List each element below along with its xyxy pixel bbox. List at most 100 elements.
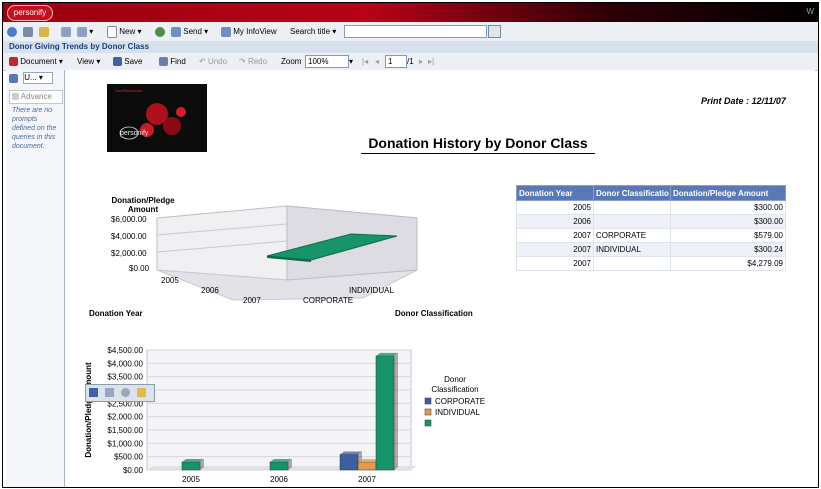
next-page-icon[interactable]: ▸ (419, 55, 423, 68)
chart-mini-toolbar (85, 384, 155, 402)
area-chart-zlabel: Donor Classification (395, 309, 473, 318)
search-title-dropdown[interactable]: Search title ▾ (290, 25, 336, 38)
cell-year: 2006 (516, 214, 594, 229)
layout-icon[interactable] (61, 25, 71, 38)
plot-area (146, 349, 412, 471)
y-tick-label: $2,000.00 (107, 413, 143, 422)
table-row: 2007 $4,279.09 (516, 256, 786, 271)
zoom-input[interactable]: 100% (305, 55, 349, 68)
favorites-icon[interactable] (23, 25, 33, 38)
bar-chart-ylabel: Donation/Pledge Amount (84, 362, 93, 458)
personify-logo: personify (7, 5, 53, 21)
cell-class (593, 214, 671, 229)
view-dropdown-icon[interactable]: ▾ (77, 25, 93, 38)
undo-button[interactable]: ↶ Undo (199, 55, 227, 68)
advanced-icon (12, 93, 19, 101)
bar-2007-INDIVIDUAL (357, 461, 377, 471)
main-toolbar: ▾ New ▾ Send ▾ My InfoView Search title … (3, 22, 818, 42)
cell-class (593, 200, 671, 215)
new-button[interactable]: New ▾ (107, 25, 142, 38)
y-tick-label: $4,000.00 (107, 359, 143, 368)
cell-amount: $300.00 (670, 214, 786, 229)
folder-icon[interactable] (137, 388, 146, 397)
refresh-icon[interactable] (155, 25, 165, 38)
find-button[interactable]: Find (159, 55, 186, 68)
table-row: 2005 $300.00 (516, 200, 786, 215)
document-menu[interactable]: Document ▾ (9, 55, 63, 68)
home-icon[interactable] (7, 25, 17, 38)
panel-icon[interactable] (9, 73, 18, 83)
cell-amount: $4,279.09 (670, 256, 786, 271)
area-ytick: $6,000.00 (111, 215, 147, 224)
send-button[interactable]: Send ▾ (171, 25, 208, 38)
page-total: /1 (407, 57, 414, 66)
search-go-button[interactable] (488, 25, 501, 38)
prompts-note: There are no prompts defined on the quer… (12, 107, 57, 150)
folder-icon[interactable] (39, 25, 49, 38)
last-page-icon[interactable]: ▸| (428, 55, 434, 68)
donation-table: Donation Year Donor Classificatio Donati… (516, 185, 786, 271)
y-tick-label: $1,500.00 (107, 426, 143, 435)
area-ytick: $2,000.00 (111, 249, 147, 258)
document-title: Donor Giving Trends by Donor Class (3, 41, 818, 53)
left-panel-toolbar: U... ▾ (9, 72, 61, 86)
y-tick-label: $500.00 (114, 453, 143, 462)
zoom-label: Zoom (281, 57, 302, 66)
legend-swatch (424, 408, 432, 416)
area-xtick: 2007 (243, 296, 261, 305)
first-page-icon[interactable]: |◂ (362, 55, 368, 68)
cell-year: 2007 (516, 242, 594, 257)
header-donor-classification: Donor Classificatio (593, 185, 671, 201)
header-donation-year: Donation Year (516, 185, 594, 201)
area-chart-xlabel: Donation Year (89, 309, 143, 318)
area-chart-3d: Donation/Pledge Amount $6,000.00 $4,000.… (83, 188, 503, 324)
y-tick-label: $4,500.00 (107, 346, 143, 355)
y-tick-label: $3,500.00 (107, 373, 143, 382)
cell-amount: $300.00 (670, 200, 786, 215)
personify-banner-image: YourResources personify (107, 84, 207, 152)
legend-label: INDIVIDUAL (435, 408, 480, 417)
legend-label: CORPORATE (435, 397, 485, 406)
search-input[interactable] (344, 25, 487, 38)
area-ztick: INDIVIDUAL (349, 286, 394, 295)
app-header: personify W (3, 3, 818, 22)
table-row: 2006 $300.00 (516, 214, 786, 229)
myinfoview-button[interactable]: My InfoView (221, 25, 277, 38)
save-button[interactable]: Save (113, 55, 142, 68)
cell-amount: $579.00 (670, 228, 786, 243)
advanced-button[interactable]: Advance (9, 90, 63, 104)
print-date: Print Date : 12/11/07 (701, 96, 786, 106)
left-panel: U... ▾ Advance There are no prompts defi… (6, 70, 65, 487)
prev-page-icon[interactable]: ◂ (375, 55, 379, 68)
bar-2005-series2 (181, 461, 201, 471)
document-toolbar: Document ▾ View ▾ Save Find ↶ Undo ↷ Red… (3, 53, 818, 71)
bar-2006-series2 (269, 461, 289, 471)
page-number-input[interactable]: 1 (385, 55, 407, 68)
area-xtick: 2005 (161, 276, 179, 285)
application-window: personify W ▾ New ▾ Send ▾ My InfoView S… (2, 2, 819, 488)
save-icon[interactable] (89, 388, 98, 397)
legend-swatch (424, 419, 432, 427)
bar-2007-series2 (375, 355, 395, 471)
legend-swatch (424, 397, 432, 405)
panel-dropdown[interactable]: U... ▾ (23, 72, 54, 84)
print-icon[interactable] (105, 388, 114, 397)
bar-side-2007 (394, 352, 398, 470)
refresh-icon[interactable] (121, 388, 130, 397)
x-tick-label: 2005 (182, 475, 200, 484)
bar-chart: $4,500.00$4,000.00$3,500.00$3,000.00$2,5… (84, 346, 485, 484)
view-menu[interactable]: View ▾ (77, 55, 100, 68)
bar-2007-CORPORATE (339, 454, 359, 471)
area-ztick: CORPORATE (303, 296, 354, 305)
legend-title: Classification (431, 385, 478, 394)
table-row: 2007 CORPORATE $579.00 (516, 228, 786, 243)
zoom-dropdown-icon[interactable]: ▾ (349, 55, 353, 68)
area-ytick: $4,000.00 (111, 232, 147, 241)
header-donation-amount: Donation/Pledge Amount (670, 185, 786, 201)
redo-button[interactable]: ↷ Redo (239, 55, 267, 68)
table-row: 2007 INDIVIDUAL $300.24 (516, 242, 786, 257)
y-tick-label: $0.00 (123, 466, 144, 475)
area-xtick: 2006 (201, 286, 219, 295)
cell-class: INDIVIDUAL (593, 242, 671, 257)
banner-brand-text: personify (120, 130, 149, 137)
